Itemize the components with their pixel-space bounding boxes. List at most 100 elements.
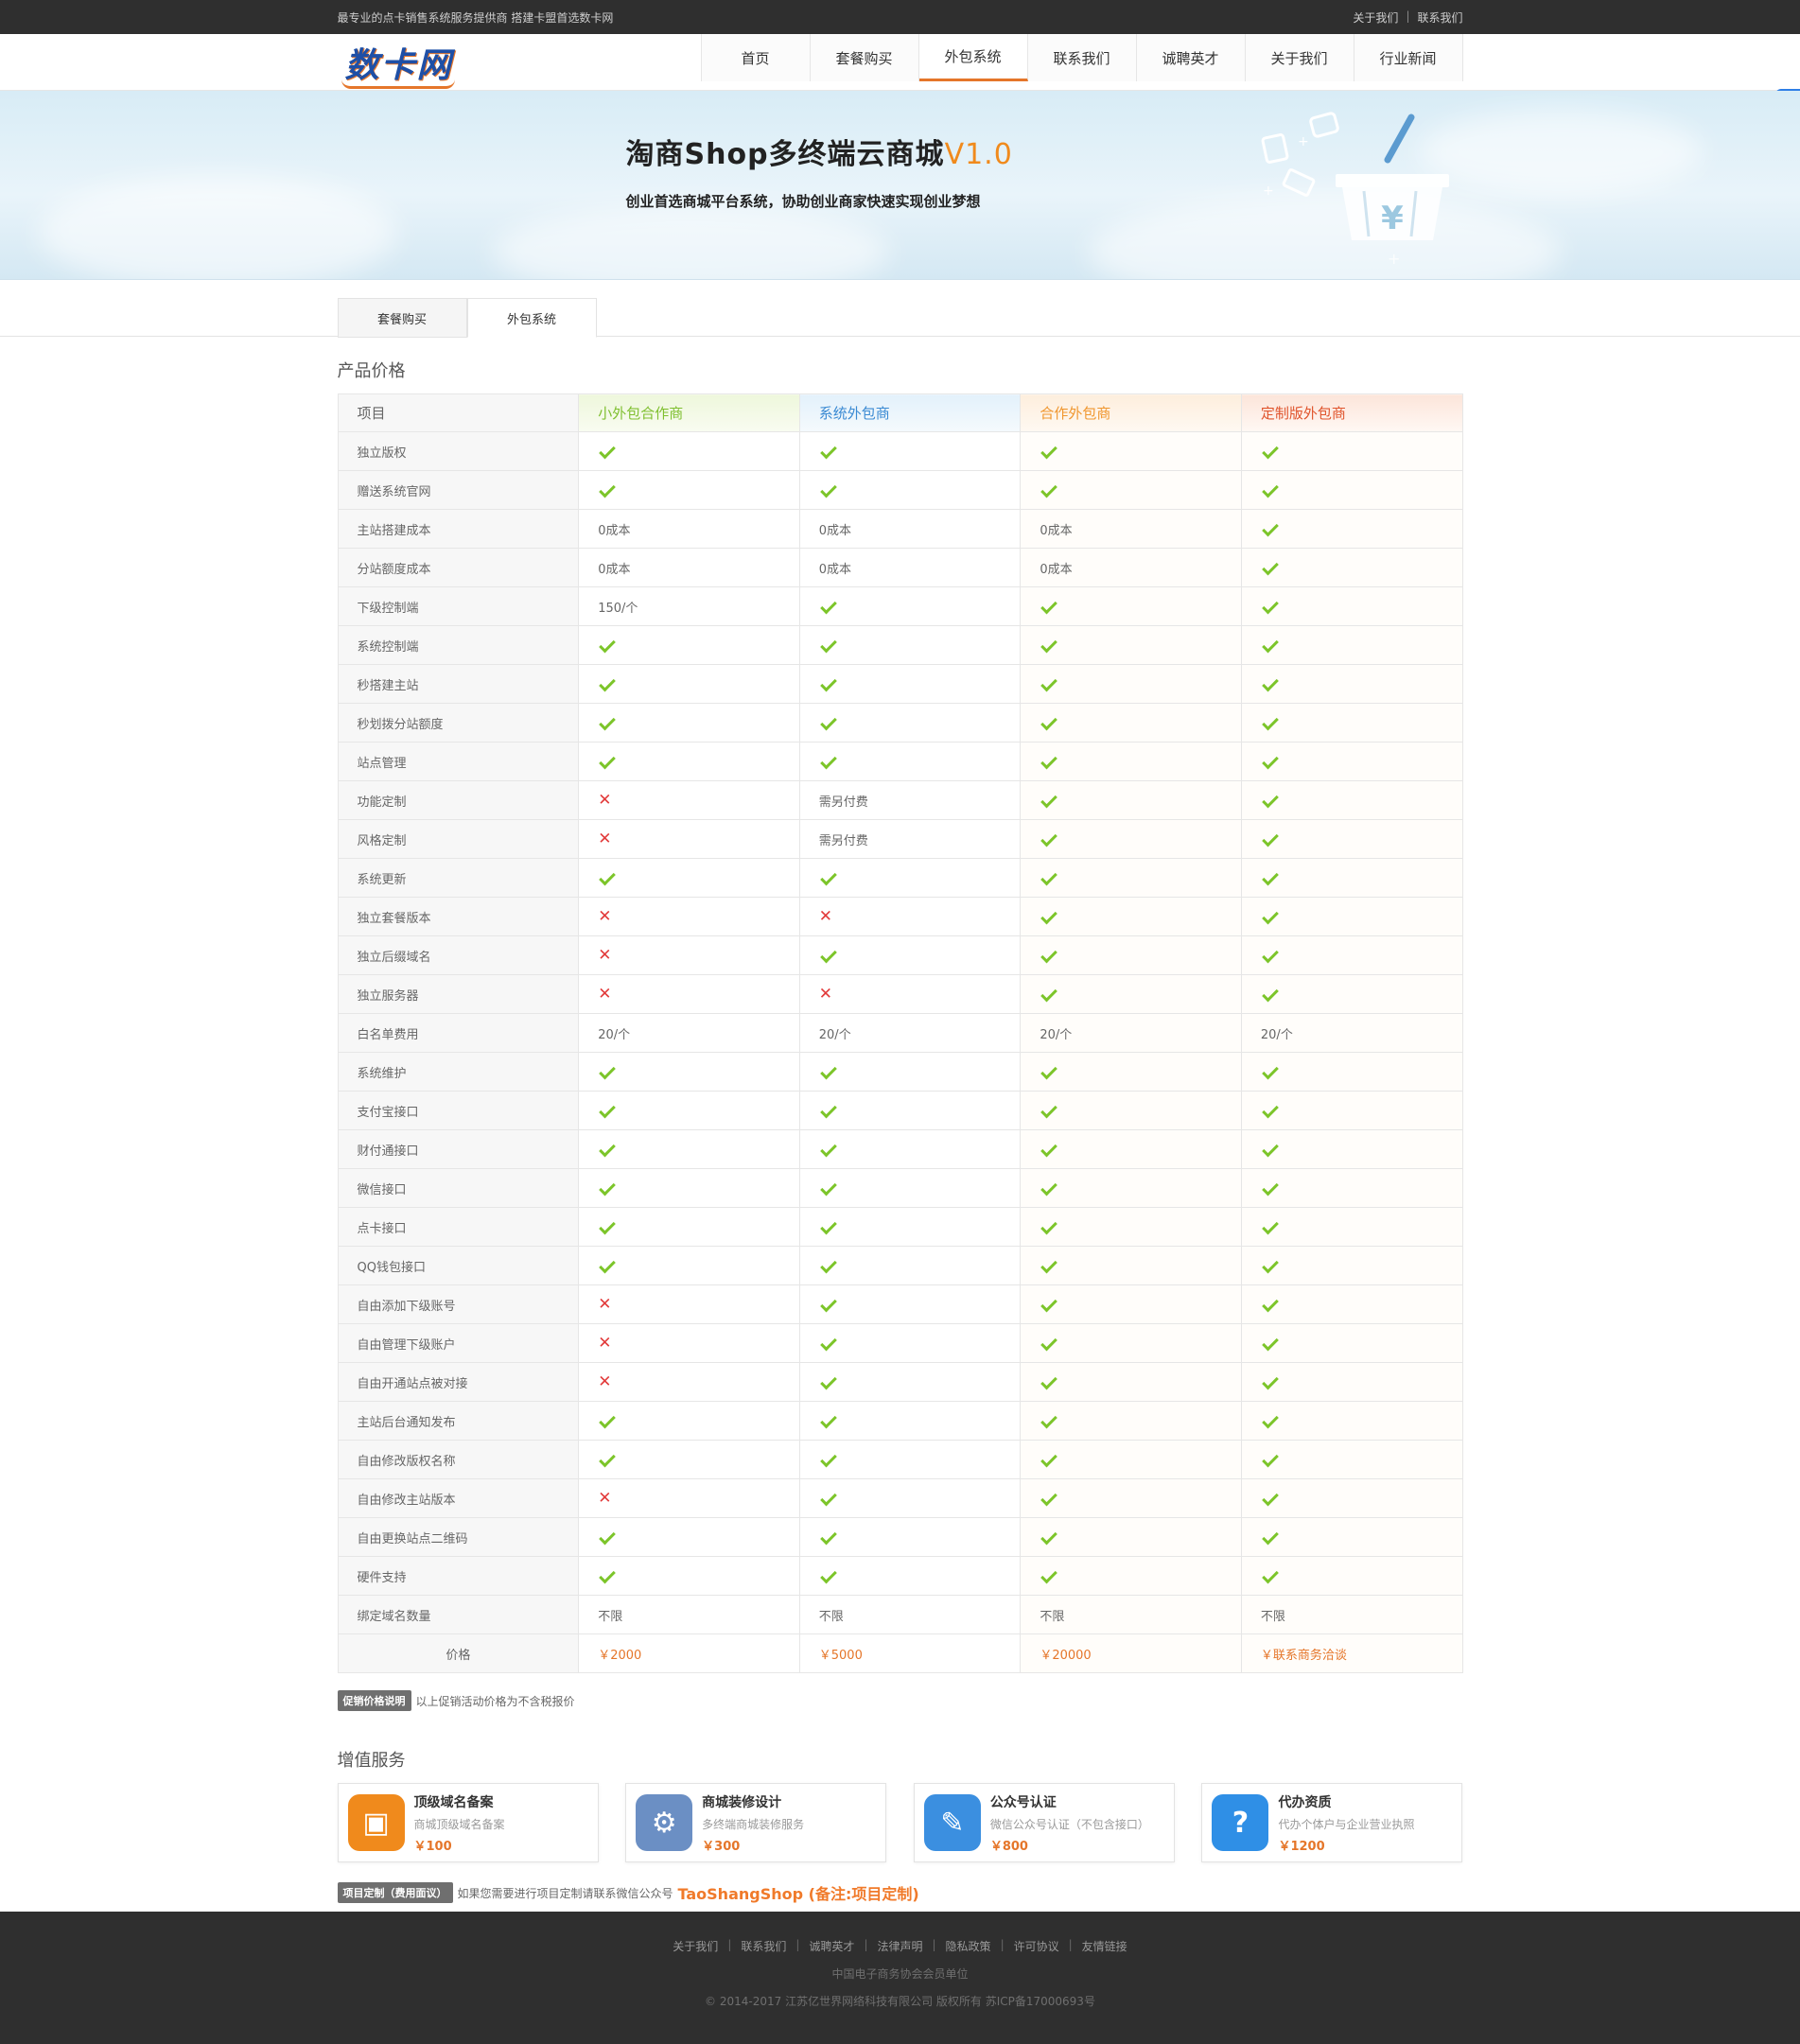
feature-value: ✕ — [798, 897, 1022, 936]
feature-name: 财付通接口 — [337, 1129, 580, 1169]
feature-value: 需另付费 — [798, 819, 1022, 859]
check-icon — [1040, 713, 1058, 730]
price-value: ￥5000 — [798, 1633, 1022, 1673]
pricing-price-row: 价格 ￥2000 ￥5000 ￥20000 ￥联系商务洽谈 — [337, 1633, 1463, 1673]
feature-value — [1020, 742, 1242, 781]
feature-value — [798, 1362, 1022, 1402]
nav-outsourcing[interactable]: 外包系统 — [918, 34, 1028, 81]
service-card[interactable]: ? 代办资质 代办个体户与企业营业执照 ￥1200 — [1201, 1783, 1463, 1862]
footer-link[interactable]: 法律声明 — [877, 1938, 922, 1954]
pricing-row: 系统更新 — [337, 858, 1463, 898]
check-icon — [1040, 907, 1058, 924]
pricing-row: 自由管理下级账户 ✕ — [337, 1323, 1463, 1363]
check-icon — [1262, 713, 1279, 730]
footer-link[interactable]: 隐私政策 — [946, 1938, 991, 1954]
feature-value: 不限 — [798, 1595, 1022, 1634]
feature-value — [1020, 625, 1242, 665]
service-price: ￥100 — [413, 1839, 452, 1854]
service-price: ￥800 — [989, 1839, 1028, 1854]
footer-link[interactable]: 关于我们 — [673, 1938, 718, 1954]
feature-name: 风格定制 — [337, 819, 580, 859]
nav-news[interactable]: 行业新闻 — [1354, 34, 1463, 81]
feature-value — [798, 1091, 1022, 1130]
feature-value — [1020, 586, 1242, 626]
feature-value — [1020, 1401, 1242, 1441]
feature-value — [1020, 974, 1242, 1014]
nav-home[interactable]: 首页 — [701, 34, 811, 81]
service-card[interactable]: ▣ 顶级域名备案 商城顶级域名备案 ￥100 — [337, 1783, 599, 1862]
price-value: ￥20000 — [1020, 1633, 1242, 1673]
check-icon — [1040, 674, 1058, 691]
footer-link[interactable]: 友情链接 — [1082, 1938, 1127, 1954]
top-bar: 最专业的点卡销售系统服务提供商 搭建卡盟首选数卡网 关于我们 | 联系我们 — [0, 0, 1800, 34]
feature-name: 秒划拨分站额度 — [337, 703, 580, 742]
nav-packages[interactable]: 套餐购买 — [810, 34, 919, 81]
feature-value — [1020, 897, 1242, 936]
tab-packages[interactable]: 套餐购买 — [337, 298, 467, 338]
pricing-header-cell: 小外包合作商 — [578, 393, 800, 432]
cross-icon: ✕ — [598, 790, 612, 810]
feature-name: 秒搭建主站 — [337, 664, 580, 704]
check-icon — [1040, 442, 1058, 459]
check-icon — [1040, 1372, 1058, 1389]
site-header: 数卡网 首页 套餐购买 外包系统 联系我们 诚聘英才 关于我们 行业新闻 S — [0, 34, 1800, 117]
check-icon — [1262, 1334, 1279, 1351]
check-icon — [1040, 636, 1058, 653]
service-card[interactable]: ⚙ 商城装修设计 多终端商城装修服务 ￥300 — [625, 1783, 887, 1862]
feature-value — [1240, 1478, 1463, 1518]
feature-value: ✕ — [578, 780, 800, 820]
pricing-row: 秒划拨分站额度 — [337, 703, 1463, 742]
feature-value: ✕ — [578, 1478, 800, 1518]
nav-contact[interactable]: 联系我们 — [1027, 34, 1137, 81]
pricing-table: 项目 小外包合作商 系统外包商 合作外包商 定制版外包商 独立版权 赠送系统官网 主站搭建成本… — [337, 393, 1463, 1673]
pricing-header-cell: 项目 — [337, 393, 580, 432]
nav-careers[interactable]: 诚聘英才 — [1136, 34, 1246, 81]
pricing-row: 下级控制端 150/个 — [337, 586, 1463, 626]
feature-value — [1020, 703, 1242, 742]
check-icon — [1040, 1528, 1058, 1545]
tab-outsourcing[interactable]: 外包系统 — [466, 298, 597, 338]
check-icon — [599, 752, 617, 769]
service-desc: 微信公众号认证（不包含接口） — [989, 1817, 1149, 1831]
feature-name: 硬件支持 — [337, 1556, 580, 1596]
custom-note: 项目定制（费用面议） 如果您需要进行项目定制请联系微信公众号 TaoShangS… — [337, 1881, 1463, 1904]
feature-value — [1240, 1556, 1463, 1596]
feature-value — [1240, 1401, 1463, 1441]
feature-value — [578, 1517, 800, 1557]
feature-value: ✕ — [578, 897, 800, 936]
service-card[interactable]: ✎ 公众号认证 微信公众号认证（不包含接口） ￥800 — [913, 1783, 1175, 1862]
banner-subtitle: 创业首选商城平台系统，协助创业商家快速实现创业梦想 — [625, 193, 981, 210]
check-icon — [599, 442, 617, 459]
top-link-contact[interactable]: 联系我们 — [1417, 9, 1462, 26]
feature-value — [1240, 1284, 1463, 1324]
check-icon — [599, 1566, 617, 1583]
site-logo[interactable]: 数卡网 — [338, 38, 455, 89]
feature-value: 150/个 — [578, 586, 800, 626]
top-link-about[interactable]: 关于我们 — [1353, 9, 1398, 26]
feature-name: 主站搭建成本 — [337, 509, 580, 549]
feature-value: 不限 — [1020, 1595, 1242, 1634]
pricing-row: 自由修改主站版本 ✕ — [337, 1478, 1463, 1518]
pricing-row: QQ钱包接口 — [337, 1246, 1463, 1285]
nav-about[interactable]: 关于我们 — [1245, 34, 1354, 81]
check-icon — [599, 1256, 617, 1273]
feature-value — [578, 1440, 800, 1479]
cross-icon: ✕ — [598, 984, 612, 1004]
pricing-header-cell: 系统外包商 — [798, 393, 1022, 432]
feature-name: 微信接口 — [337, 1168, 580, 1208]
footer-link[interactable]: 联系我们 — [741, 1938, 786, 1954]
pricing-header-row: 项目 小外包合作商 系统外包商 合作外包商 定制版外包商 — [337, 393, 1463, 432]
feature-name: 系统控制端 — [337, 625, 580, 665]
feature-value — [1020, 664, 1242, 704]
feature-value — [798, 625, 1022, 665]
cross-icon: ✕ — [598, 829, 612, 848]
feature-value — [1020, 935, 1242, 975]
footer-link[interactable]: 诚聘英才 — [809, 1938, 854, 1954]
check-icon — [1262, 597, 1279, 614]
feature-value — [1020, 1478, 1242, 1518]
pricing-row: 独立套餐版本 ✕ ✕ — [337, 897, 1463, 936]
feature-name: 白名单费用 — [337, 1013, 580, 1053]
check-icon — [1262, 519, 1279, 536]
footer-link[interactable]: 许可协议 — [1014, 1938, 1059, 1954]
pricing-row: 点卡接口 — [337, 1207, 1463, 1247]
